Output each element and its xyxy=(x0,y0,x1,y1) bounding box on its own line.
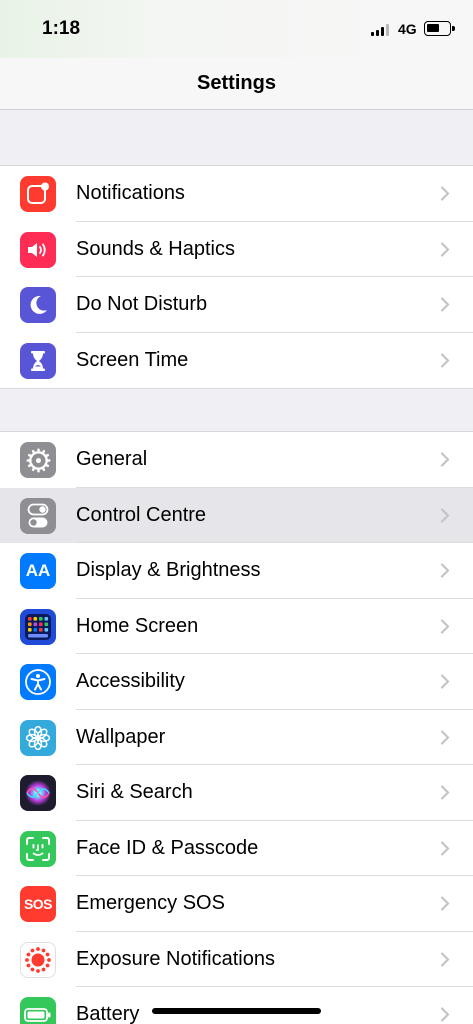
settings-row-display-and-brightness[interactable]: AA Display & Brightness xyxy=(0,543,473,599)
settings-row-label: Accessibility xyxy=(76,670,185,692)
chevron-right-icon xyxy=(440,507,450,523)
moon-icon xyxy=(20,287,56,323)
settings-row-label: Screen Time xyxy=(76,348,189,371)
page-title: Settings xyxy=(197,72,276,94)
chevron-right-icon xyxy=(440,352,450,368)
settings-row-label: Do Not Disturb xyxy=(76,293,208,315)
settings-row-label: Exposure Notifications xyxy=(76,947,275,970)
settings-row-siri-and-search[interactable]: Siri & Search xyxy=(0,765,473,821)
settings-row-wallpaper[interactable]: Wallpaper xyxy=(0,710,473,765)
settings-row-screen-time[interactable]: Screen Time xyxy=(0,333,473,389)
icon-glyph-text: AA xyxy=(25,561,51,580)
chevron-right-icon xyxy=(440,729,450,745)
settings-row-label: Emergency SOS xyxy=(76,892,225,914)
face-id-icon xyxy=(20,830,56,867)
settings-row-general[interactable]: General xyxy=(0,432,473,488)
settings-row-label: Home Screen xyxy=(76,614,199,637)
chevron-right-icon xyxy=(440,452,450,467)
chevron-right-icon xyxy=(440,241,450,257)
exposure-icon xyxy=(20,941,56,978)
cellular-signal-icon xyxy=(371,24,391,36)
chevron-right-icon xyxy=(440,1007,450,1022)
chevron-right-icon xyxy=(440,896,450,911)
settings-row-label: Notifications xyxy=(76,182,185,204)
status-time: 1:18 xyxy=(42,18,81,39)
chevron-right-icon xyxy=(440,951,450,967)
app-grid-icon xyxy=(20,608,56,645)
settings-row-label: Display & Brightness xyxy=(76,559,261,581)
settings-row-home-screen[interactable]: Home Screen xyxy=(0,599,473,654)
chevron-right-icon xyxy=(440,618,450,634)
battery-icon xyxy=(20,997,56,1024)
settings-row-notifications[interactable]: Notifications xyxy=(0,166,473,222)
chevron-right-icon xyxy=(440,186,450,201)
settings-row-battery[interactable]: Battery xyxy=(0,987,473,1024)
settings-row-label: Sounds & Haptics xyxy=(76,237,235,260)
text-size-icon: AA xyxy=(20,553,56,589)
chevron-right-icon xyxy=(440,563,450,578)
gear-icon xyxy=(20,442,56,478)
settings-row-label: Control Centre xyxy=(76,503,207,526)
chevron-right-icon xyxy=(440,785,450,800)
hourglass-icon xyxy=(20,342,56,379)
status-bar: 1:18 4G xyxy=(0,0,473,58)
settings-row-label: General xyxy=(76,448,148,470)
settings-row-do-not-disturb[interactable]: Do Not Disturb xyxy=(0,277,473,333)
speaker-icon xyxy=(20,231,56,268)
chevron-right-icon xyxy=(440,840,450,856)
navigation-bar: Settings xyxy=(0,58,473,110)
icon-glyph-text: SOS xyxy=(23,896,53,912)
chevron-right-icon xyxy=(440,297,450,312)
settings-group-1: Notifications Sounds & Haptics Do Not Dist… xyxy=(0,165,473,389)
settings-group-2: General Control Centre AA Display & Brightn… xyxy=(0,431,473,1024)
accessibility-icon xyxy=(20,664,56,700)
flower-icon xyxy=(20,719,56,756)
notifications-icon xyxy=(20,176,56,212)
siri-icon xyxy=(20,775,56,811)
settings-row-face-id-and-passcode[interactable]: Face ID & Passcode xyxy=(0,821,473,876)
chevron-right-icon xyxy=(440,674,450,689)
settings-row-exposure-notifications[interactable]: Exposure Notifications xyxy=(0,932,473,987)
network-type: 4G xyxy=(398,21,417,37)
settings-row-sounds-and-haptics[interactable]: Sounds & Haptics xyxy=(0,222,473,277)
settings-row-emergency-sos[interactable]: SOS Emergency SOS xyxy=(0,876,473,932)
battery-status-icon xyxy=(424,21,455,36)
sos-icon: SOS xyxy=(20,886,56,922)
settings-row-label: Siri & Search xyxy=(76,781,193,803)
settings-row-accessibility[interactable]: Accessibility xyxy=(0,654,473,710)
toggles-icon xyxy=(20,497,56,534)
home-indicator[interactable] xyxy=(152,1008,321,1014)
settings-row-label: Face ID & Passcode xyxy=(76,836,259,859)
settings-row-label: Battery xyxy=(76,1003,140,1024)
settings-row-label: Wallpaper xyxy=(76,725,166,748)
settings-row-control-centre[interactable]: Control Centre xyxy=(0,487,473,543)
